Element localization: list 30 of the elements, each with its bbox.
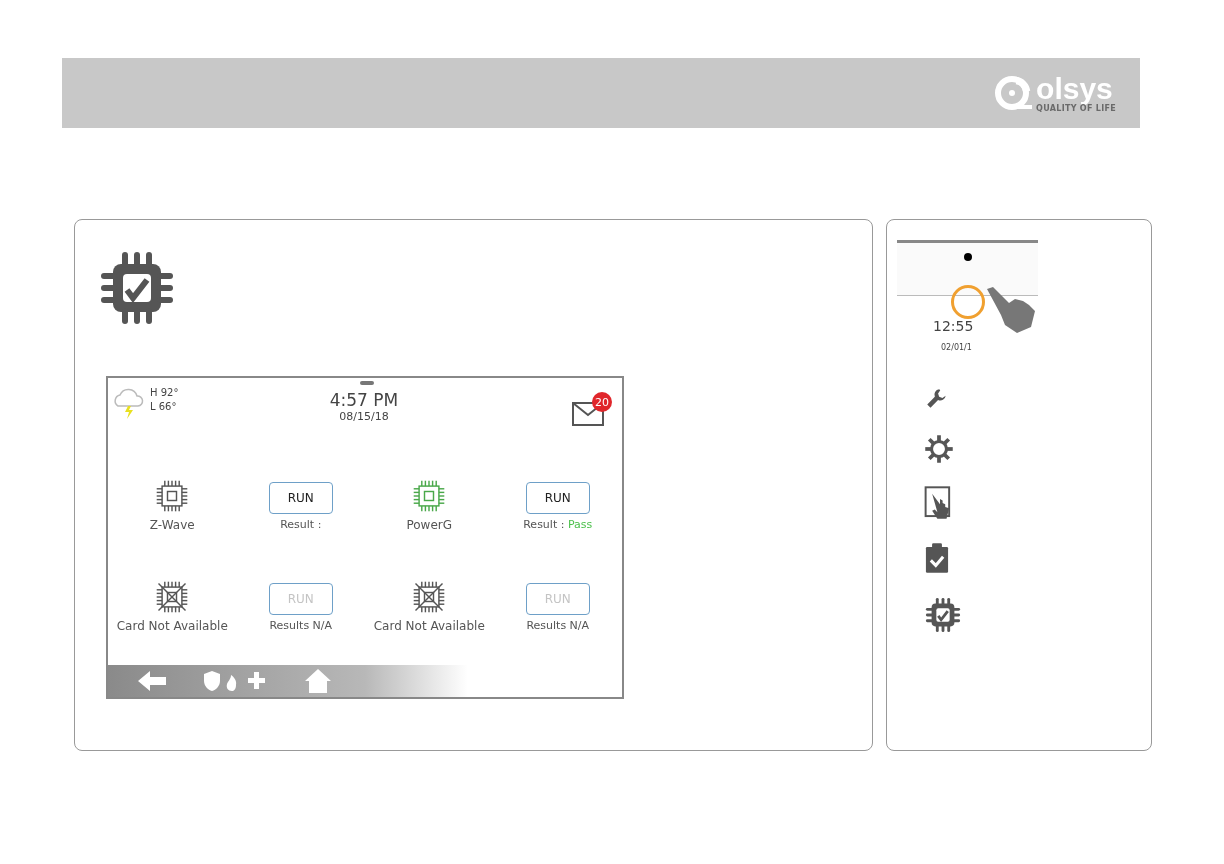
emergency-icons[interactable] [204, 670, 266, 692]
low-temperature: L 66° [150, 400, 178, 414]
message-count-badge: 20 [592, 392, 612, 412]
result-text: Results N/A [526, 618, 590, 632]
chip-check-icon [924, 596, 962, 634]
run-button[interactable]: RUN [525, 482, 590, 514]
card-name: Card Not Available [373, 618, 485, 633]
clock-date: 08/15/18 [338, 410, 390, 423]
clipboard-check-icon [924, 542, 950, 574]
run-button[interactable]: RUN [268, 482, 333, 514]
back-arrow-icon[interactable] [138, 671, 166, 691]
gear-icon [924, 434, 954, 464]
clock-date: 02/01/1 [941, 343, 972, 352]
drag-handle[interactable] [360, 381, 374, 385]
highlight-ring [951, 285, 985, 319]
clock-time: 12:55 [933, 318, 974, 334]
result-text: Result : [280, 518, 322, 531]
card-name: PowerG [406, 518, 453, 532]
result-text: Results N/A [269, 618, 333, 632]
result-text: Result : Pass [523, 518, 593, 531]
logo-tagline: QUALITY OF LIFE [1036, 103, 1116, 113]
logo-name: olsys [1036, 73, 1113, 104]
hand-pointer-icon [985, 287, 1037, 333]
logo-q-icon [994, 73, 1035, 113]
card-name: Z-Wave [149, 518, 195, 532]
camera-dot [963, 253, 972, 261]
high-temperature: H 92° [150, 386, 179, 400]
clock-time: 4:57 PM [328, 390, 400, 410]
card-name: Card Not Available [116, 618, 228, 633]
home-icon[interactable] [304, 668, 332, 694]
